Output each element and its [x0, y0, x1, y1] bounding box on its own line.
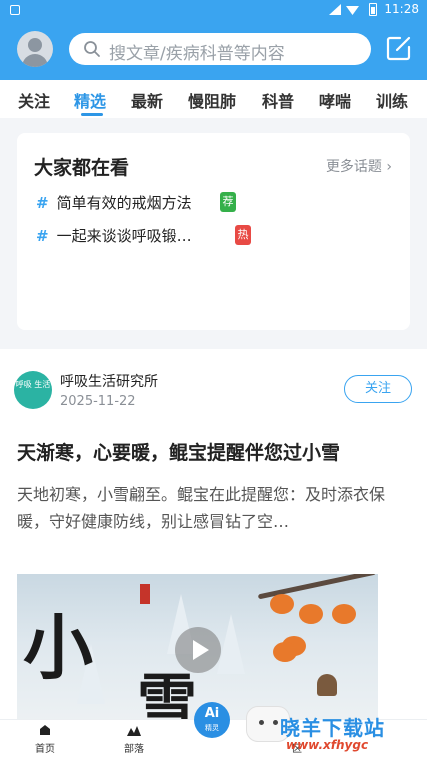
nav-tribe[interactable]: 部落: [109, 724, 159, 755]
post-cover-video[interactable]: 小 雪: [17, 574, 378, 729]
persimmon-icon: [299, 604, 323, 624]
snow-tree-shape: [217, 614, 245, 674]
hashtag-icon: #: [36, 194, 49, 212]
topic-item[interactable]: # 一起来谈谈呼吸锻…: [36, 225, 192, 246]
topic-text: 一起来谈谈呼吸锻…: [56, 227, 192, 245]
search-placeholder: 搜文章/疾病科普等内容: [109, 44, 285, 64]
status-bar: 11:28: [0, 0, 427, 20]
hot-topics-title: 大家都在看: [34, 157, 130, 179]
hot-topics-card: 大家都在看 更多话题 › # 简单有效的戒烟方法 荐 # 一起来谈谈呼吸锻… 热: [17, 133, 410, 330]
topic-item[interactable]: # 简单有效的戒烟方法: [36, 192, 192, 213]
publisher-name[interactable]: 呼吸生活研究所: [60, 371, 158, 391]
more-topics-link[interactable]: 更多话题 ›: [326, 156, 392, 176]
persimmon-icon: [332, 604, 356, 624]
tab-featured[interactable]: 精选: [74, 88, 106, 112]
cover-char-1: 小: [23, 606, 93, 689]
active-tab-indicator: [81, 113, 103, 116]
play-icon[interactable]: [175, 627, 221, 673]
wifi-icon: [346, 6, 359, 15]
site-watermark: 晓羊下载站 www.xfhygc: [280, 712, 385, 752]
tab-training[interactable]: 训练: [376, 88, 408, 112]
tribe-icon: [127, 726, 141, 736]
nav-home[interactable]: 首页: [20, 724, 70, 755]
signal-icon: [329, 4, 341, 15]
post-date: 2025-11-22: [60, 394, 136, 409]
notification-icon: [10, 5, 20, 15]
user-avatar[interactable]: [17, 31, 53, 67]
watermark-title: 晓羊下载站: [280, 716, 385, 740]
post-title[interactable]: 天渐寒，心要暖，鲲宝提醒伴您过小雪: [17, 438, 412, 465]
tab-latest[interactable]: 最新: [131, 88, 163, 112]
recommended-badge: 荐: [220, 192, 236, 212]
nav-tribe-label: 部落: [124, 744, 144, 755]
status-time: 11:28: [384, 2, 419, 16]
persimmon-icon: [270, 594, 294, 614]
ai-label: Ai: [204, 706, 220, 721]
tab-copd[interactable]: 慢阻肺: [188, 88, 236, 112]
follow-button[interactable]: 关注: [344, 375, 412, 403]
topic-text: 简单有效的戒烟方法: [56, 194, 192, 212]
edit-icon[interactable]: [386, 35, 412, 61]
article-card[interactable]: 呼吸 生活 呼吸生活研究所 2025-11-22 关注 天渐寒，心要暖，鲲宝提醒…: [0, 349, 427, 729]
hashtag-icon: #: [36, 227, 49, 245]
ai-assistant-button[interactable]: Ai 精灵: [194, 702, 230, 738]
post-summary: 天地初寒，小雪翩至。鲲宝在此提醒您：及时添衣保暖，守好健康防线，别让感冒钻了空…: [17, 485, 386, 531]
persimmon-icon: [273, 642, 297, 662]
red-seal: [140, 584, 150, 604]
home-icon: [40, 725, 50, 735]
tab-follow[interactable]: 关注: [18, 88, 50, 112]
tab-asthma[interactable]: 哮喘: [319, 88, 351, 112]
avatar-head-icon: [28, 38, 42, 52]
avatar-body-icon: [22, 54, 48, 67]
hot-badge: 热: [235, 225, 251, 245]
search-input[interactable]: 搜文章/疾病科普等内容: [69, 33, 371, 65]
bell-icon: [317, 674, 337, 696]
category-tabs: 关注 精选 最新 慢阻肺 科普 哮喘 训练: [0, 80, 427, 118]
app-header: 搜文章/疾病科普等内容: [0, 20, 427, 80]
ai-sublabel: 精灵: [205, 724, 219, 732]
publisher-logo[interactable]: 呼吸 生活: [14, 371, 52, 409]
tab-science[interactable]: 科普: [262, 88, 294, 112]
battery-icon: [369, 3, 377, 16]
search-icon: [84, 41, 100, 57]
nav-home-label: 首页: [35, 744, 55, 755]
